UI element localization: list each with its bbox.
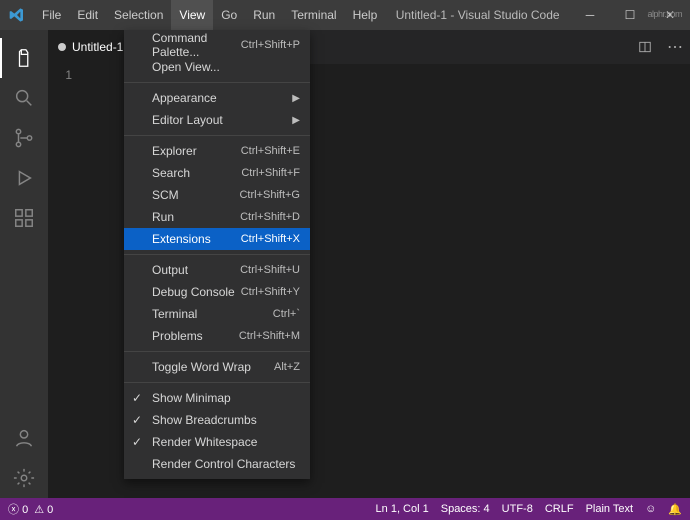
menu-bar: File Edit Selection View Go Run Terminal… [34, 0, 385, 30]
activity-bar [0, 30, 48, 498]
menu-view[interactable]: View [171, 0, 213, 30]
menuitem-editor-layout[interactable]: Editor Layout▶ [124, 109, 310, 131]
extensions-icon[interactable] [0, 198, 48, 238]
menu-go[interactable]: Go [213, 0, 245, 30]
menu-separator [124, 382, 310, 383]
menu-file[interactable]: File [34, 0, 69, 30]
split-editor-icon[interactable] [630, 30, 660, 64]
chevron-right-icon: ▶ [292, 115, 300, 126]
view-menu-dropdown: Command Palette...Ctrl+Shift+P Open View… [124, 30, 310, 479]
account-icon[interactable] [0, 418, 48, 458]
menuitem-problems[interactable]: ProblemsCtrl+Shift+M [124, 325, 310, 347]
check-icon: ✓ [132, 435, 142, 449]
menuitem-output[interactable]: OutputCtrl+Shift+U [124, 259, 310, 281]
menu-edit[interactable]: Edit [69, 0, 106, 30]
menuitem-search[interactable]: SearchCtrl+Shift+F [124, 162, 310, 184]
menuitem-debug-console[interactable]: Debug ConsoleCtrl+Shift+Y [124, 281, 310, 303]
menu-separator [124, 82, 310, 83]
status-errors[interactable]: ⓧ 0 [8, 501, 28, 517]
status-language[interactable]: Plain Text [586, 503, 634, 515]
chevron-right-icon: ▶ [292, 93, 300, 104]
search-icon[interactable] [0, 78, 48, 118]
menuitem-render-whitespace[interactable]: ✓Render Whitespace [124, 431, 310, 453]
status-warnings[interactable]: ⚠ 0 [34, 503, 53, 516]
window-title: Untitled-1 - Visual Studio Code [385, 8, 570, 22]
notifications-icon[interactable]: 🔔 [668, 503, 682, 516]
menuitem-toggle-word-wrap[interactable]: Toggle Word WrapAlt+Z [124, 356, 310, 378]
menuitem-command-palette[interactable]: Command Palette...Ctrl+Shift+P [124, 34, 310, 56]
menuitem-render-control-characters[interactable]: Render Control Characters [124, 453, 310, 475]
explorer-icon[interactable] [0, 38, 48, 78]
menuitem-open-view[interactable]: Open View... [124, 56, 310, 78]
menuitem-extensions[interactable]: ExtensionsCtrl+Shift+X [124, 228, 310, 250]
menu-separator [124, 254, 310, 255]
settings-gear-icon[interactable] [0, 458, 48, 498]
tab-label: Untitled-1 [72, 40, 123, 54]
feedback-icon[interactable]: ☺ [645, 503, 656, 515]
dirty-indicator-icon [58, 43, 66, 51]
menuitem-terminal[interactable]: TerminalCtrl+` [124, 303, 310, 325]
title-bar: File Edit Selection View Go Run Terminal… [0, 0, 690, 30]
menuitem-scm[interactable]: SCMCtrl+Shift+G [124, 184, 310, 206]
menu-separator [124, 135, 310, 136]
watermark-brand: alphr.com [647, 4, 682, 20]
status-encoding[interactable]: UTF-8 [502, 503, 533, 515]
check-icon: ✓ [132, 391, 142, 405]
menuitem-run[interactable]: RunCtrl+Shift+D [124, 206, 310, 228]
menuitem-appearance[interactable]: Appearance▶ [124, 87, 310, 109]
minimize-button[interactable]: ─ [570, 0, 610, 30]
main-area: Untitled-1 × ⋯ 1 [0, 30, 690, 498]
menuitem-explorer[interactable]: ExplorerCtrl+Shift+E [124, 140, 310, 162]
status-eol[interactable]: CRLF [545, 503, 574, 515]
menu-selection[interactable]: Selection [106, 0, 171, 30]
check-icon: ✓ [132, 413, 142, 427]
status-spaces[interactable]: Spaces: 4 [441, 503, 490, 515]
menuitem-show-breadcrumbs[interactable]: ✓Show Breadcrumbs [124, 409, 310, 431]
menu-run[interactable]: Run [245, 0, 283, 30]
source-control-icon[interactable] [0, 118, 48, 158]
menu-help[interactable]: Help [345, 0, 386, 30]
menu-separator [124, 351, 310, 352]
run-debug-icon[interactable] [0, 158, 48, 198]
vscode-logo [0, 7, 34, 23]
maximize-button[interactable]: ☐ [610, 0, 650, 30]
menuitem-show-minimap[interactable]: ✓Show Minimap [124, 387, 310, 409]
status-ln-col[interactable]: Ln 1, Col 1 [376, 503, 429, 515]
line-number-gutter: 1 [48, 64, 90, 498]
status-bar: ⓧ 0 ⚠ 0 Ln 1, Col 1 Spaces: 4 UTF-8 CRLF… [0, 498, 690, 520]
more-actions-icon[interactable]: ⋯ [660, 30, 690, 64]
menu-terminal[interactable]: Terminal [283, 0, 344, 30]
